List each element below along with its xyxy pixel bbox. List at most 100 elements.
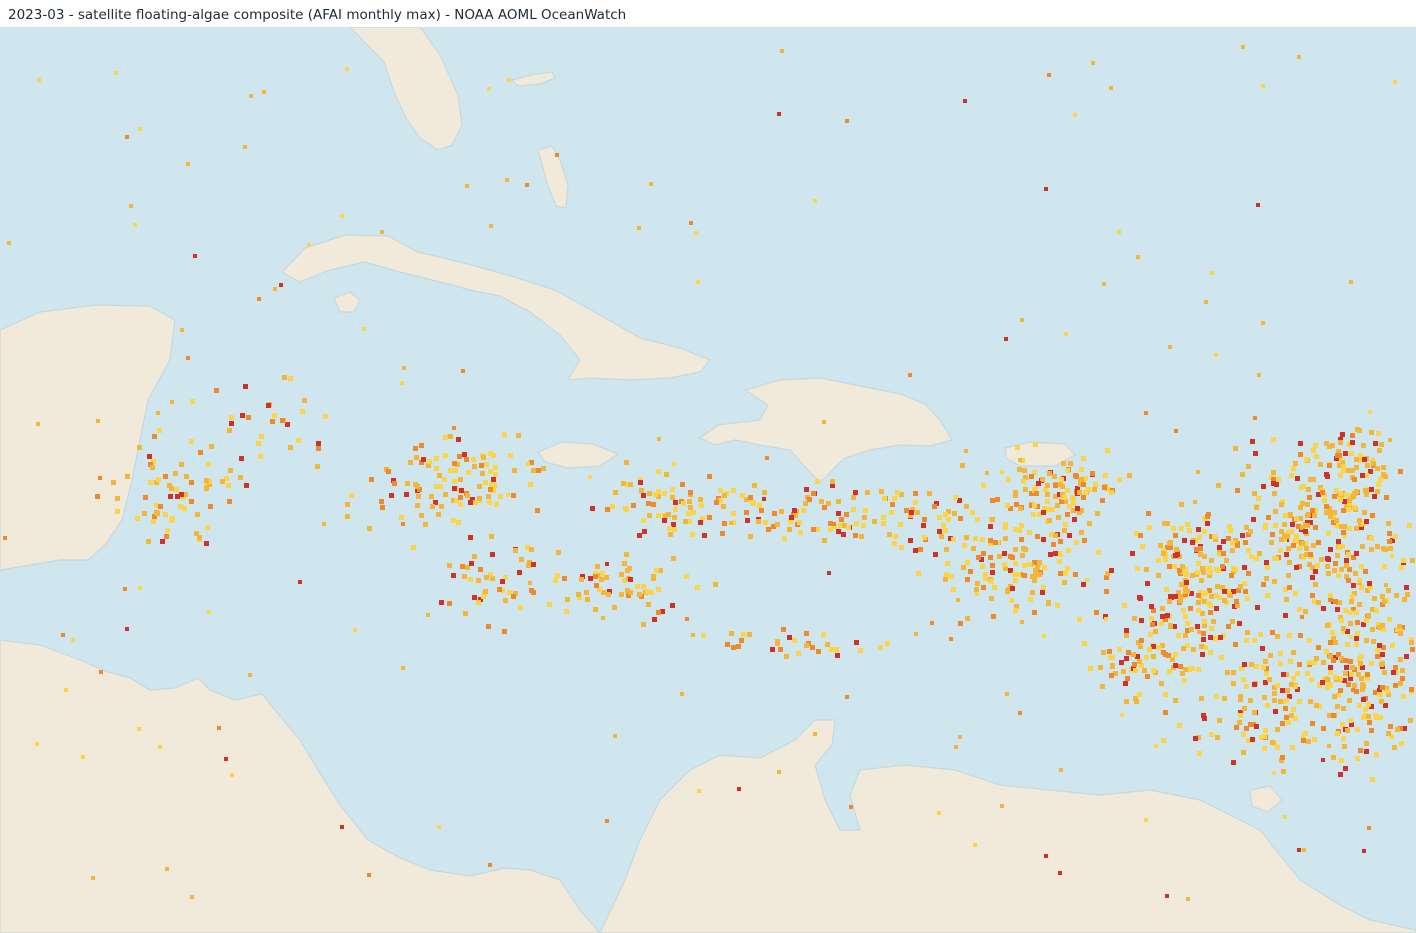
algae-pixel	[792, 508, 797, 513]
algae-pixel	[1331, 713, 1336, 718]
algae-pixel	[937, 811, 941, 815]
algae-pixel	[731, 645, 736, 650]
algae-pixel	[1079, 477, 1084, 482]
algae-pixel	[1221, 551, 1226, 556]
algae-pixel	[1348, 610, 1353, 615]
algae-pixel	[1319, 557, 1324, 562]
algae-pixel	[229, 415, 234, 420]
algae-pixel	[1394, 593, 1399, 598]
algae-pixel	[1350, 594, 1355, 599]
algae-pixel	[1305, 502, 1310, 507]
algae-pixel	[1387, 531, 1392, 536]
algae-pixel	[1381, 465, 1386, 470]
algae-pixel	[932, 504, 937, 509]
algae-pixel	[1348, 621, 1353, 626]
algae-pixel	[1330, 630, 1335, 635]
algae-pixel	[964, 535, 969, 540]
algae-pixel	[1335, 704, 1340, 709]
algae-pixel	[1046, 600, 1051, 605]
algae-pixel	[217, 726, 221, 730]
algae-pixel	[1326, 557, 1331, 562]
algae-pixel	[953, 495, 958, 500]
algae-pixel	[416, 494, 421, 499]
map-canvas[interactable]	[0, 27, 1416, 933]
algae-pixel	[981, 551, 986, 556]
algae-pixel	[1346, 578, 1351, 583]
algae-pixel	[1248, 698, 1253, 703]
algae-pixel	[1320, 490, 1325, 495]
algae-pixel	[345, 514, 350, 519]
algae-pixel	[729, 631, 734, 636]
algae-pixel	[7, 241, 11, 245]
algae-pixel	[1313, 525, 1318, 530]
algae-pixel	[1158, 543, 1163, 548]
algae-pixel	[813, 732, 817, 736]
algae-pixel	[622, 561, 627, 566]
algae-pixel	[1147, 525, 1152, 530]
algae-pixel	[468, 535, 473, 540]
algae-pixel	[1048, 552, 1053, 557]
algae-pixel	[828, 527, 833, 532]
algae-pixel	[443, 435, 448, 440]
algae-pixel	[1213, 636, 1218, 641]
algae-pixel	[1196, 600, 1201, 605]
algae-pixel	[1205, 521, 1210, 526]
algae-pixel	[862, 515, 867, 520]
algae-pixel	[1328, 593, 1333, 598]
algae-pixel	[248, 673, 252, 677]
algae-pixel	[1309, 677, 1314, 682]
algae-pixel	[1266, 515, 1271, 520]
algae-pixel	[1053, 533, 1058, 538]
algae-pixel	[353, 628, 357, 632]
algae-pixel	[1005, 589, 1010, 594]
algae-pixel	[975, 517, 980, 522]
algae-pixel	[1004, 337, 1008, 341]
algae-pixel	[1375, 489, 1380, 494]
algae-pixel	[1212, 534, 1217, 539]
algae-pixel	[963, 99, 967, 103]
algae-pixel	[1244, 684, 1249, 689]
algae-pixel	[1334, 488, 1339, 493]
algae-pixel	[653, 492, 658, 497]
algae-pixel	[1142, 668, 1147, 673]
algae-pixel	[1332, 494, 1337, 499]
algae-pixel	[243, 384, 248, 389]
algae-pixel	[489, 534, 494, 539]
algae-pixel	[1305, 523, 1310, 528]
algae-pixel	[298, 580, 302, 584]
algae-pixel	[1172, 564, 1177, 569]
algae-pixel	[1297, 55, 1301, 59]
algae-pixel	[1005, 503, 1010, 508]
algae-pixel	[1245, 630, 1250, 635]
algae-pixel	[438, 484, 443, 489]
algae-pixel	[1120, 713, 1124, 717]
algae-pixel	[1294, 534, 1299, 539]
algae-pixel	[1151, 654, 1156, 659]
algae-pixel	[1005, 692, 1009, 696]
algae-pixel	[1340, 722, 1345, 727]
algae-pixel	[1073, 572, 1078, 577]
algae-pixel	[479, 463, 484, 468]
algae-pixel	[1160, 614, 1165, 619]
algae-pixel	[1287, 633, 1292, 638]
algae-pixel	[1349, 280, 1353, 284]
algae-pixel	[1249, 554, 1254, 559]
algae-pixel	[1368, 410, 1372, 414]
algae-pixel	[853, 490, 858, 495]
algae-pixel	[1293, 591, 1298, 596]
algae-pixel	[836, 529, 841, 534]
algae-pixel	[762, 490, 767, 495]
algae-pixel	[989, 596, 994, 601]
algae-pixel	[762, 497, 766, 501]
algae-pixel	[1346, 507, 1351, 512]
algae-pixel	[1042, 634, 1046, 638]
algae-pixel	[1022, 468, 1027, 473]
algae-pixel	[1197, 630, 1201, 634]
algae-pixel	[631, 503, 636, 508]
algae-pixel	[1278, 548, 1283, 553]
algae-pixel	[945, 561, 950, 566]
algae-pixel	[1405, 592, 1410, 597]
algae-pixel	[490, 552, 495, 557]
algae-pixel	[1244, 638, 1249, 643]
algae-pixel	[1408, 718, 1413, 723]
